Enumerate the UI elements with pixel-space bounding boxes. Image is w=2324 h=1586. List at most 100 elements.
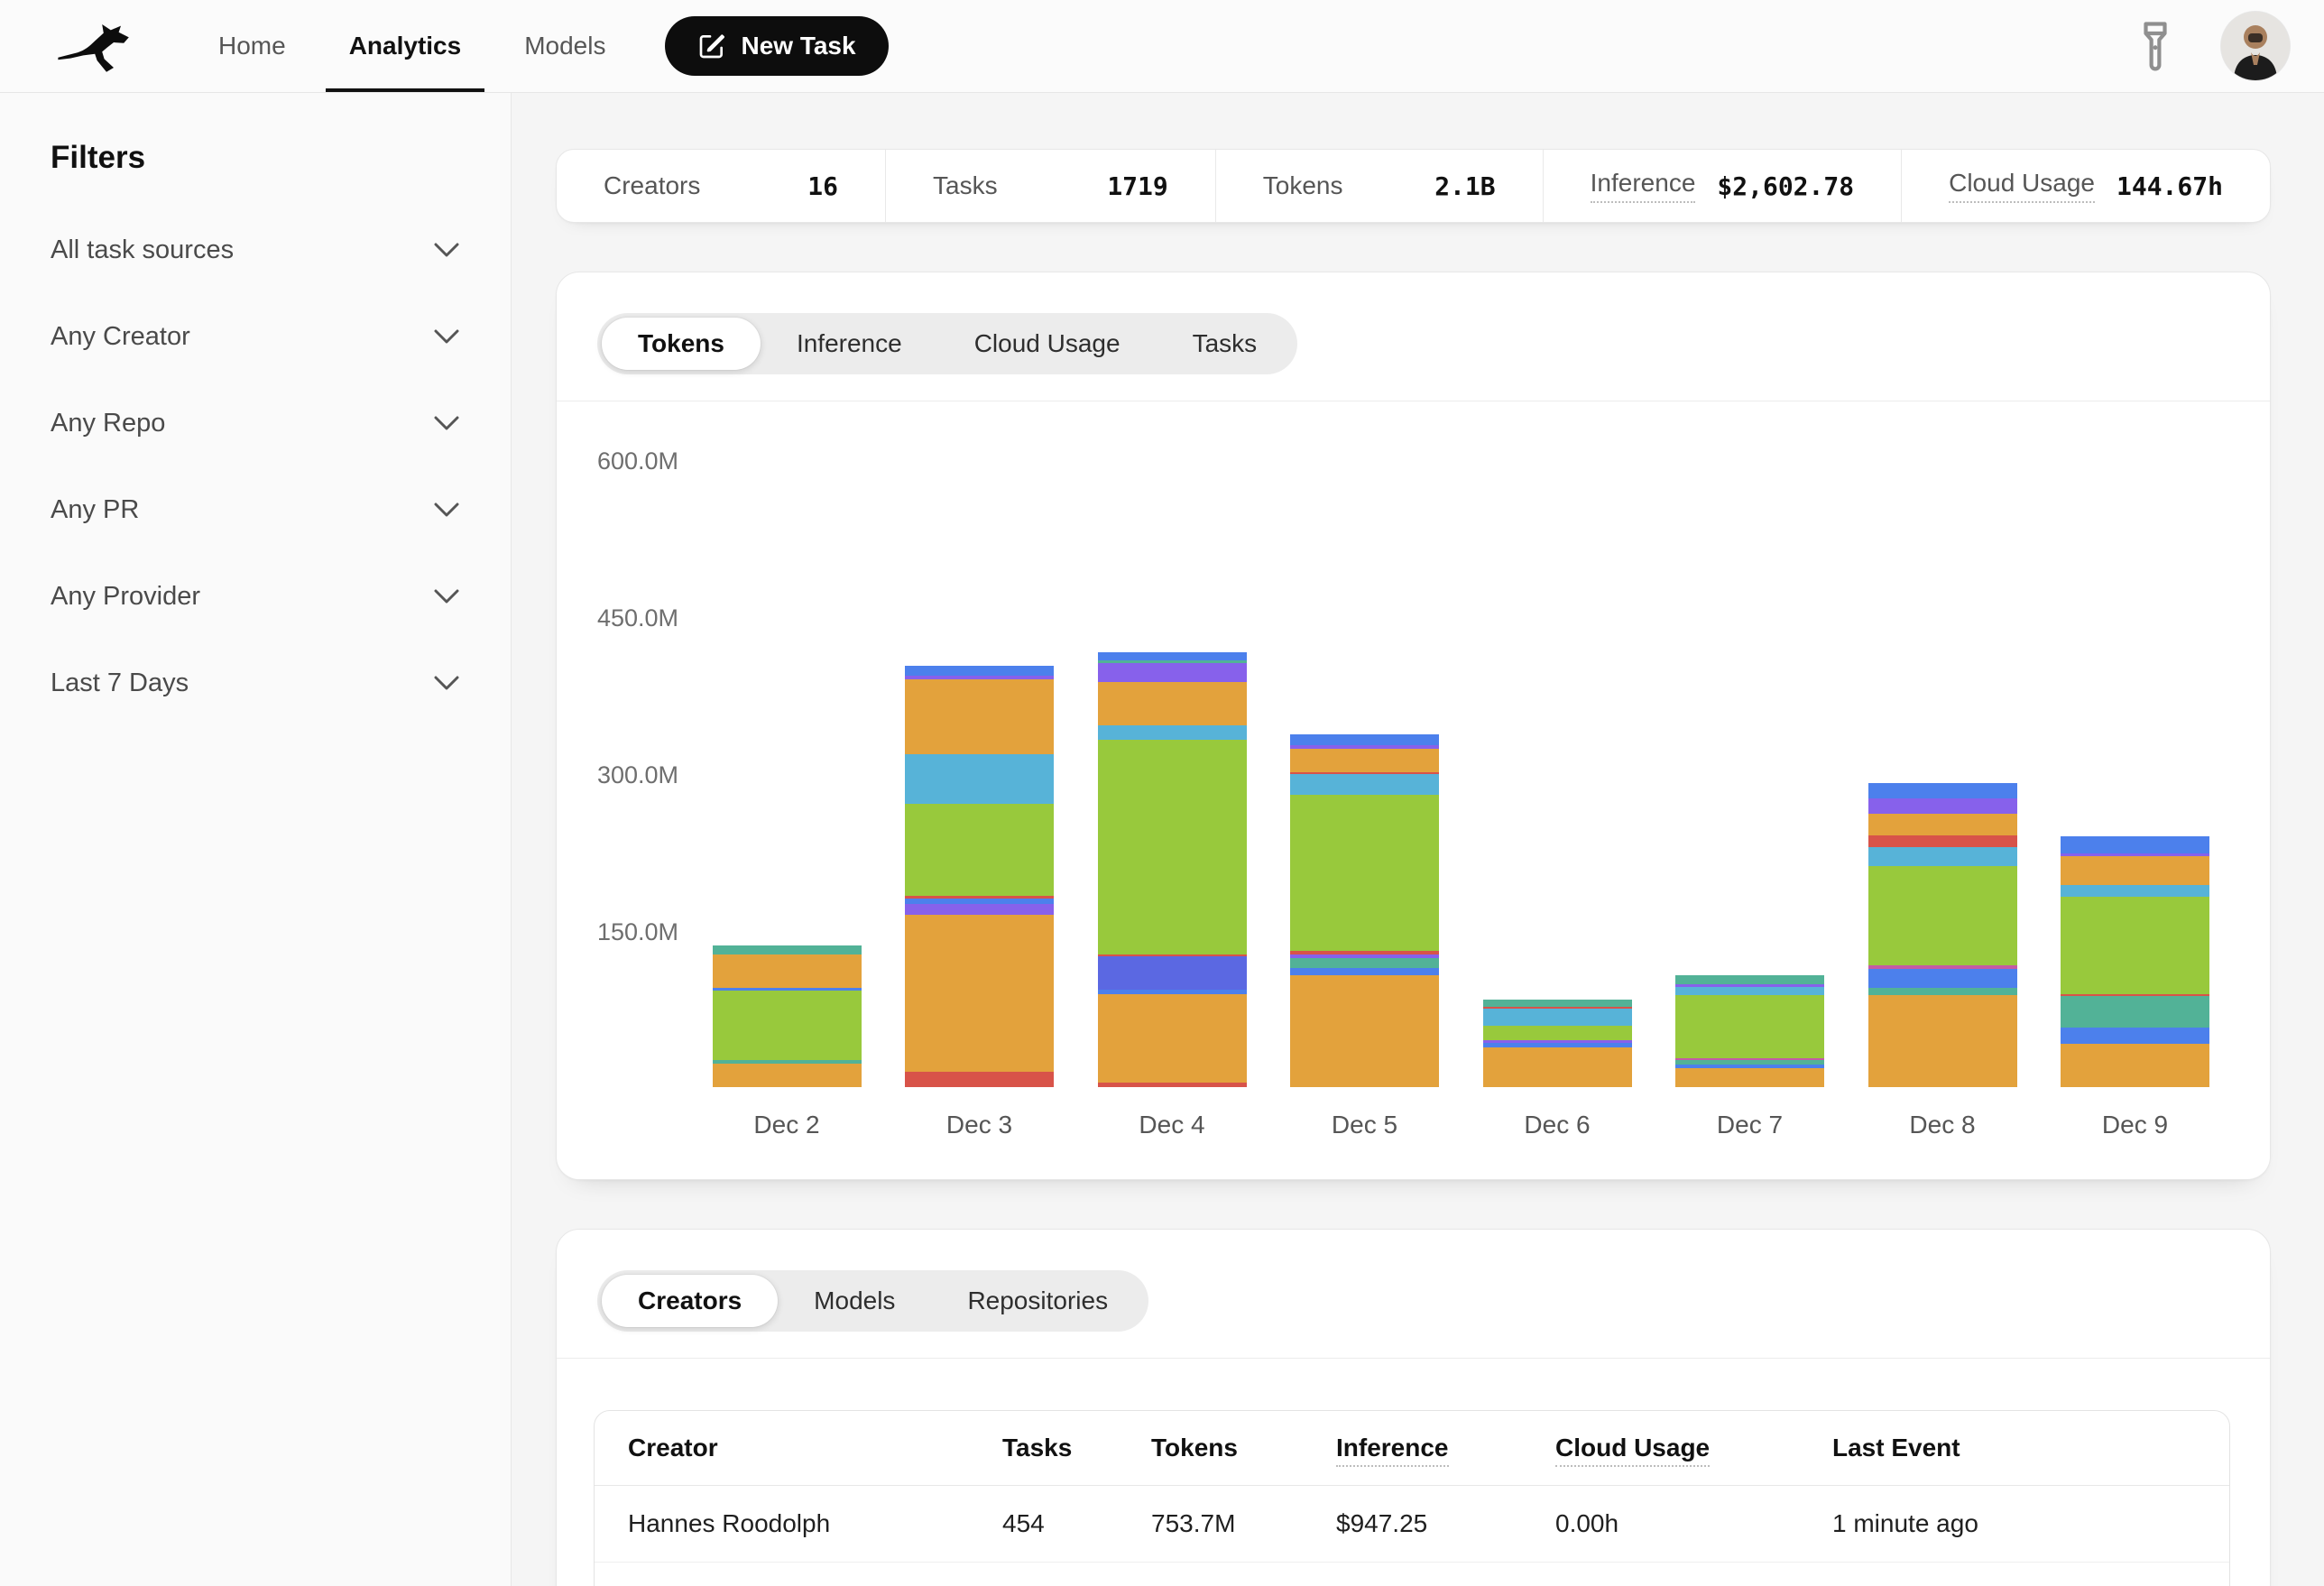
filters-sidebar: Filters All task sourcesAny CreatorAny R…	[0, 93, 512, 1586]
y-axis-tick: 300.0M	[557, 759, 678, 791]
new-task-button[interactable]: New Task	[665, 16, 888, 76]
stat-cloud-usage-label[interactable]: Cloud Usage	[1949, 169, 2095, 203]
stat-creators: Creators 16	[557, 150, 885, 222]
bar-segment-blue	[2061, 836, 2209, 854]
filter-item-any-provider[interactable]: Any Provider	[51, 569, 460, 623]
table-body: Hannes Roodolph454753.7M$947.250.00h1 mi…	[595, 1486, 2229, 1586]
filter-item-any-pr[interactable]: Any PR	[51, 483, 460, 537]
bar-segment-blue	[1098, 652, 1247, 660]
flashlight-icon	[2136, 21, 2174, 71]
chevron-down-icon	[433, 675, 460, 691]
x-axis-label: Dec 2	[687, 1109, 886, 1141]
flashlight-button[interactable]	[2136, 21, 2174, 71]
bar-segment-cyan	[1098, 725, 1247, 740]
nav-item-analytics[interactable]: Analytics	[326, 0, 485, 92]
bar-segment-orange	[1098, 994, 1247, 1083]
stat-tokens-label: Tokens	[1263, 171, 1343, 200]
stat-tasks: Tasks 1719	[885, 150, 1215, 222]
chart-plot: 600.0M 450.0M 300.0M 150.0M Dec 2Dec 3Dec 4 D…	[557, 272, 2270, 1179]
y-axis-tick: 450.0M	[557, 602, 678, 634]
nav-item-models[interactable]: Models	[501, 0, 629, 92]
app-root: Home Analytics Models New Task	[0, 0, 2324, 1586]
filter-item-last-7-days[interactable]: Last 7 Days	[51, 656, 460, 710]
bar-segment-green	[1290, 795, 1439, 951]
stat-inference: Inference $2,602.78	[1543, 150, 1901, 222]
bar-segment-orange	[2061, 856, 2209, 885]
cell-value: 1 minute ago	[1832, 1509, 2196, 1538]
bar-segment-purple	[1868, 798, 2017, 814]
col-cloud-usage[interactable]: Cloud Usage	[1555, 1434, 1710, 1462]
breakdown-card: Creators Models Repositories Creator Tas…	[556, 1229, 2271, 1586]
bar-segment-orange	[1868, 995, 2017, 1087]
stat-tokens: Tokens 2.1B	[1215, 150, 1543, 222]
bar-segment-cyan	[1483, 1009, 1632, 1026]
breakdown-tab-models[interactable]: Models	[778, 1275, 931, 1327]
stat-tasks-label: Tasks	[933, 171, 998, 200]
filter-label: Any Provider	[51, 582, 200, 612]
stacked-bar-dec-6	[1483, 1000, 1632, 1087]
x-axis-label: Dec 6	[1458, 1109, 1656, 1141]
stat-inference-label[interactable]: Inference	[1591, 169, 1696, 203]
col-inference[interactable]: Inference	[1336, 1434, 1449, 1462]
stats-summary-row: Creators 16 Tasks 1719 Tokens 2.1B Infer…	[556, 149, 2271, 223]
bar-segment-green	[1098, 740, 1247, 954]
x-axis-label: Dec 3	[881, 1109, 1079, 1141]
stat-tokens-value: 2.1B	[1434, 171, 1495, 201]
bar-segment-orange	[713, 1064, 862, 1087]
x-axis-label: Dec 4	[1073, 1109, 1271, 1141]
bar-segment-green	[905, 804, 1054, 896]
filter-item-all-task-sources[interactable]: All task sources	[51, 223, 460, 277]
avatar-image	[2221, 12, 2290, 80]
edit-icon	[697, 32, 726, 60]
chevron-down-icon	[433, 242, 460, 258]
bar-segment-cyan	[2061, 885, 2209, 897]
col-tokens: Tokens	[1151, 1434, 1238, 1462]
chevron-down-icon	[433, 328, 460, 345]
y-axis-tick: 600.0M	[557, 445, 678, 477]
user-avatar[interactable]	[2221, 12, 2290, 80]
bar-segment-red	[905, 1072, 1054, 1087]
bar-segment-cyan	[905, 754, 1054, 804]
table-header-row: Creator Tasks Tokens Inference Cloud Usa…	[595, 1411, 2229, 1486]
filter-label: Any Creator	[51, 322, 190, 352]
y-axis-tick: 150.0M	[557, 916, 678, 948]
col-last-event: Last Event	[1832, 1434, 1960, 1462]
main-nav: Home Analytics Models	[195, 0, 629, 92]
filter-item-any-repo[interactable]: Any Repo	[51, 396, 460, 450]
page-shell: Filters All task sourcesAny CreatorAny R…	[0, 93, 2324, 1586]
breakdown-tabs: Creators Models Repositories	[597, 1270, 1148, 1332]
x-axis-label: Dec 7	[1651, 1109, 1849, 1141]
bar-segment-green	[1868, 866, 2017, 965]
filter-label: All task sources	[51, 235, 234, 265]
bar-segment-orange	[1290, 975, 1439, 1087]
bar-segment-teal	[1675, 975, 1824, 984]
bar-segment-blue	[1868, 969, 2017, 988]
bar-segment-orange	[1868, 814, 2017, 834]
bar-segment-green	[713, 991, 862, 1060]
bar-segment-red	[1098, 1083, 1247, 1087]
bar-segment-teal	[1290, 958, 1439, 967]
bar-segment-cyan	[1868, 847, 2017, 866]
chevron-down-icon	[433, 415, 460, 431]
bar-segment-blue	[1290, 968, 1439, 975]
stacked-bar-dec-3	[905, 666, 1054, 1087]
table-row[interactable]: Rooviewer440544.3M$376.2875.23h3 minutes…	[595, 1563, 2229, 1586]
chart-card: Tokens Inference Cloud Usage Tasks 600.0…	[556, 272, 2271, 1180]
filter-label: Last 7 Days	[51, 669, 189, 698]
nav-item-home[interactable]: Home	[195, 0, 309, 92]
table-row[interactable]: Hannes Roodolph454753.7M$947.250.00h1 mi…	[595, 1486, 2229, 1563]
stat-cloud-usage-value: 144.67h	[2116, 171, 2223, 201]
filter-item-any-creator[interactable]: Any Creator	[51, 309, 460, 364]
breakdown-tab-repositories[interactable]: Repositories	[931, 1275, 1144, 1327]
cell-creator: Hannes Roodolph	[628, 1509, 1002, 1538]
bar-segment-green	[1483, 1026, 1632, 1040]
filter-label: Any PR	[51, 495, 139, 525]
bar-segment-orange	[1483, 1047, 1632, 1087]
stacked-bar-dec-9	[2061, 836, 2209, 1087]
bar-segment-purple	[1098, 663, 1247, 682]
breakdown-tab-creators[interactable]: Creators	[602, 1275, 778, 1327]
filter-list: All task sources Any Creator Any Repo Any P…	[51, 223, 460, 710]
stacked-bar-dec-8	[1868, 782, 2017, 1087]
app-logo[interactable]	[56, 0, 143, 92]
bar-segment-teal	[713, 945, 862, 954]
